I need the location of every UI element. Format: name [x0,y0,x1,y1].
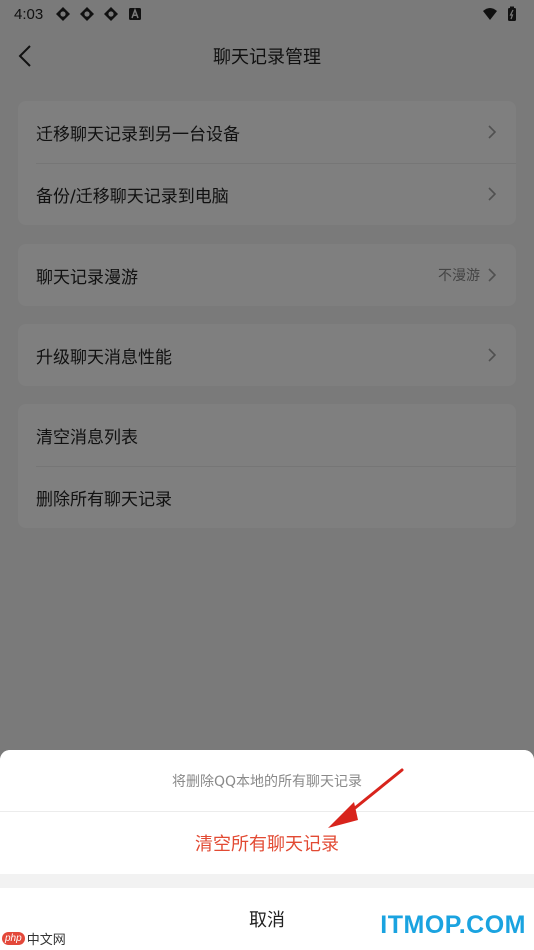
sheet-divider [0,874,534,888]
clear-all-records-button[interactable]: 清空所有聊天记录 [0,812,534,874]
action-sheet-message: 将删除QQ本地的所有聊天记录 [0,750,534,812]
watermark-itmop: ITMOP.COM [380,911,526,939]
php-logo: php [2,932,25,945]
watermark-php: php 中文网 [2,929,66,948]
annotation-arrow-icon [328,768,404,828]
php-logo-text: 中文网 [26,933,66,948]
